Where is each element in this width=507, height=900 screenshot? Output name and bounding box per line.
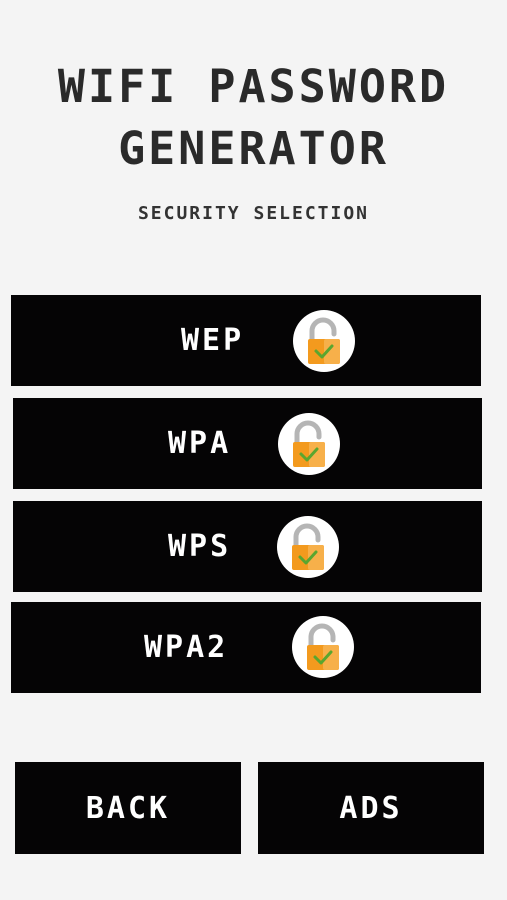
unlocked-padlock-icon	[293, 310, 355, 372]
option-wpa2-label: WPA2	[144, 630, 229, 665]
unlocked-padlock-icon	[292, 616, 354, 678]
option-wpa-button[interactable]: WPA	[13, 398, 482, 489]
option-wps-button[interactable]: WPS	[13, 501, 482, 592]
app-title-line-1: WIFI PASSWORD	[57, 60, 450, 113]
option-wpa2-button[interactable]: WPA2	[11, 602, 481, 693]
app-title-line-2: GENERATOR	[118, 122, 389, 175]
back-button[interactable]: BACK	[15, 762, 241, 854]
ads-button[interactable]: ADS	[258, 762, 484, 854]
security-selection-subtitle: SECURITY SELECTION	[137, 203, 370, 224]
option-wps-label: WPS	[168, 529, 232, 564]
option-wep-label: WEP	[181, 323, 245, 358]
unlocked-padlock-icon	[277, 516, 339, 578]
unlocked-padlock-icon	[278, 413, 340, 475]
option-wep-button[interactable]: WEP	[11, 295, 481, 386]
option-wpa-label: WPA	[168, 426, 232, 461]
